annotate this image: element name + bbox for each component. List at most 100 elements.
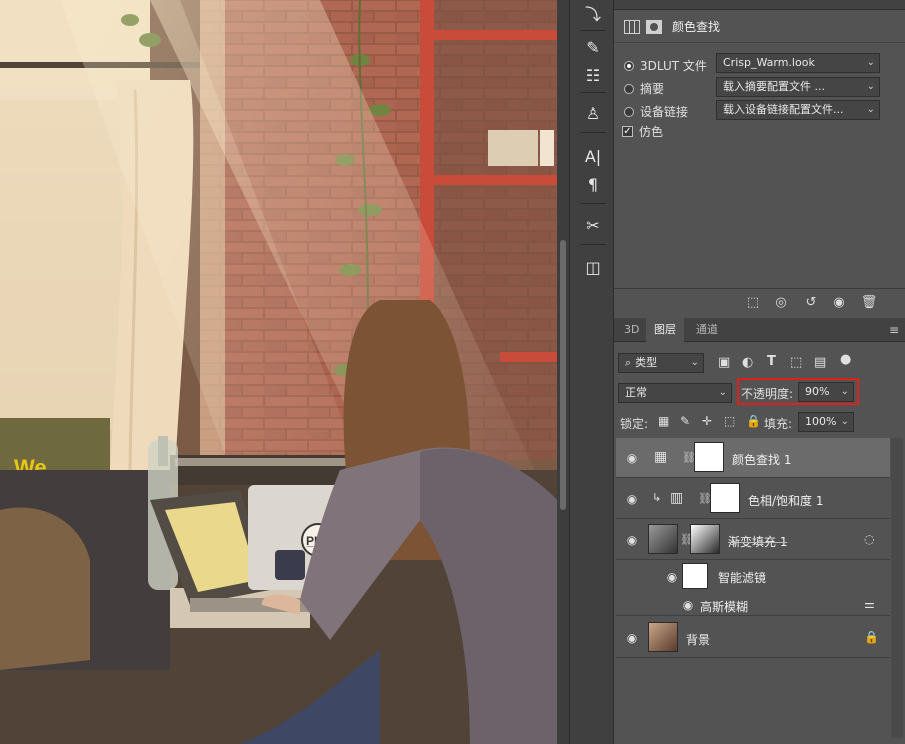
layers-tabbar: 3D 图层 通道 ≡: [614, 318, 905, 342]
search-icon: ⌕: [625, 356, 632, 369]
layer-name: 智能滤镜: [718, 571, 767, 585]
abstract-option[interactable]: 摘要: [624, 80, 664, 97]
eye-icon[interactable]: ◉: [680, 598, 696, 612]
layer-name: 高斯模糊: [700, 600, 749, 614]
lut-option[interactable]: 3DLUT 文件: [624, 57, 707, 74]
mask-icon[interactable]: [646, 19, 662, 34]
link-icon[interactable]: ⛓: [698, 492, 712, 505]
blend-mode-dropdown[interactable]: 正常 ⌄: [618, 383, 732, 403]
hue-saturation-icon: ▥: [670, 490, 684, 506]
clip-to-layer-icon[interactable]: ⬚: [744, 295, 762, 311]
lock-all-icon[interactable]: 🔒: [746, 414, 761, 428]
brush-settings-icon[interactable]: ☷: [578, 62, 608, 88]
layer-name: 颜色查找 1: [732, 453, 792, 467]
lock-label: 锁定:: [620, 417, 649, 431]
layer-row-background[interactable]: ◉ 背景 🔒: [616, 618, 890, 658]
reset-icon[interactable]: ↺: [802, 295, 820, 311]
tab-layers[interactable]: 图层: [646, 318, 684, 342]
divider: [614, 42, 905, 43]
clipping-arrow-icon: ↳: [652, 491, 662, 504]
brush-icon[interactable]: ✎: [578, 34, 608, 60]
character-icon[interactable]: A|: [578, 143, 608, 169]
layer-mask-thumbnail[interactable]: [694, 442, 724, 472]
tab-channels[interactable]: 通道: [688, 318, 726, 342]
smart-filter-badge-icon: ◌: [864, 532, 875, 546]
tab-3d[interactable]: 3D: [616, 318, 647, 342]
filter-toggle-icon[interactable]: ●: [840, 352, 851, 367]
chevron-down-icon: ⌄: [866, 57, 875, 68]
device-link-radio[interactable]: [624, 106, 634, 117]
trash-icon[interactable]: 🗑: [860, 295, 878, 311]
lut-file-dropdown[interactable]: Crisp_Warm.look ⌄: [716, 53, 880, 73]
visibility-icon[interactable]: ◉: [830, 295, 848, 311]
dither-label: 仿色: [639, 125, 664, 139]
lock-image-icon[interactable]: ✎: [680, 414, 690, 428]
layer-filter-dropdown[interactable]: ⌕ 类型 ⌄: [618, 353, 704, 373]
layers-scrollbar[interactable]: [891, 438, 903, 738]
chevron-down-icon: ⌄: [690, 357, 699, 368]
chevron-down-icon: ⌄: [718, 387, 727, 398]
history-icon[interactable]: ⤵: [578, 0, 608, 26]
background-thumbnail[interactable]: [648, 622, 678, 652]
link-icon[interactable]: ⛓: [682, 451, 696, 464]
layer-name: 渐变填充 1: [728, 535, 788, 549]
chevron-down-icon: ⌄: [866, 81, 875, 92]
layer-mask-thumbnail[interactable]: [710, 483, 740, 513]
type-filter-icon[interactable]: T: [767, 354, 776, 369]
divider: [580, 244, 606, 245]
eye-icon[interactable]: ◉: [624, 451, 640, 465]
fill-input[interactable]: 100% ⌄: [798, 412, 854, 432]
divider: [580, 132, 606, 133]
device-link-option[interactable]: 设备链接: [624, 103, 688, 120]
eye-icon[interactable]: ◉: [624, 631, 640, 645]
eye-icon[interactable]: ◉: [624, 533, 640, 547]
layer-row-gradient-fill[interactable]: ◉ ⛓ 渐变填充 1 ◌: [616, 520, 890, 560]
lock-artboard-icon[interactable]: ⬚: [724, 414, 735, 428]
properties-title: 颜色查找: [672, 20, 721, 34]
smart-object-filter-icon[interactable]: ▤: [814, 355, 826, 370]
eye-icon[interactable]: ◉: [664, 570, 680, 584]
gradient-thumbnail[interactable]: [690, 524, 720, 554]
abstract-dropdown[interactable]: 载入摘要配置文件 ... ⌄: [716, 77, 880, 97]
filter-options-icon[interactable]: ⚌: [864, 597, 875, 611]
lock-position-icon[interactable]: ✛: [702, 414, 712, 428]
pixel-filter-icon[interactable]: ▣: [718, 355, 730, 370]
abstract-radio[interactable]: [624, 83, 634, 94]
layer-row-smart-filters[interactable]: ◉ 智能滤镜: [616, 561, 890, 591]
link-icon[interactable]: ⛓: [680, 533, 694, 546]
filter-mask-thumbnail[interactable]: [682, 563, 708, 589]
layer-row-color-lookup[interactable]: ◉ ▦ ⛓ 颜色查找 1: [616, 438, 890, 478]
dither-option[interactable]: ✓ 仿色: [622, 123, 663, 140]
paragraph-icon[interactable]: ¶: [578, 171, 608, 197]
divider: [580, 203, 606, 204]
tool-presets-icon[interactable]: ✂: [578, 212, 608, 238]
document-canvas[interactable]: We P̲L: [0, 0, 557, 744]
scrollbar-thumb[interactable]: [560, 240, 566, 510]
navigator-icon[interactable]: ◫: [578, 254, 608, 280]
eye-icon[interactable]: ◉: [624, 492, 640, 506]
shape-filter-icon[interactable]: ⬚: [790, 355, 802, 370]
layer-name: 色相/饱和度 1: [748, 494, 824, 508]
layers-panel: 3D 图层 通道 ≡ ⌕ 类型 ⌄ ▣ ◐ T ⬚ ▤ ● 正常 ⌄ 不透明度: 90…: [614, 318, 905, 744]
adjustment-filter-icon[interactable]: ◐: [742, 355, 753, 370]
lock-icon: 🔒: [864, 630, 879, 644]
fill-value: 100%: [805, 415, 837, 428]
lut-file-value: Crisp_Warm.look: [723, 56, 815, 69]
dither-checkbox[interactable]: ✓: [622, 126, 633, 137]
layer-row-hue-saturation[interactable]: ◉ ↳ ▥ ⛓ 色相/饱和度 1: [616, 479, 890, 519]
divider: [580, 92, 606, 93]
canvas-scrollbar[interactable]: [557, 0, 569, 744]
lock-transparent-icon[interactable]: ▦: [658, 414, 669, 428]
device-link-label: 设备链接: [640, 105, 689, 119]
properties-header: [614, 0, 905, 10]
clone-source-icon[interactable]: ♙: [578, 100, 608, 126]
chevron-down-icon: ⌄: [840, 416, 849, 427]
abstract-value: 载入摘要配置文件 ...: [723, 80, 825, 93]
panel-menu-icon[interactable]: ≡: [889, 323, 899, 337]
layer-row-gaussian-blur[interactable]: ◉ 高斯模糊 ⚌: [616, 594, 890, 616]
properties-panel: 颜色查找 3DLUT 文件 Crisp_Warm.look ⌄ 摘要 载入摘要配置…: [614, 0, 905, 318]
lut-radio[interactable]: [624, 60, 634, 71]
device-link-dropdown[interactable]: 载入设备链接配置文件... ⌄: [716, 100, 880, 120]
view-previous-icon[interactable]: ◎: [772, 295, 790, 311]
smart-object-thumbnail[interactable]: [648, 524, 678, 554]
